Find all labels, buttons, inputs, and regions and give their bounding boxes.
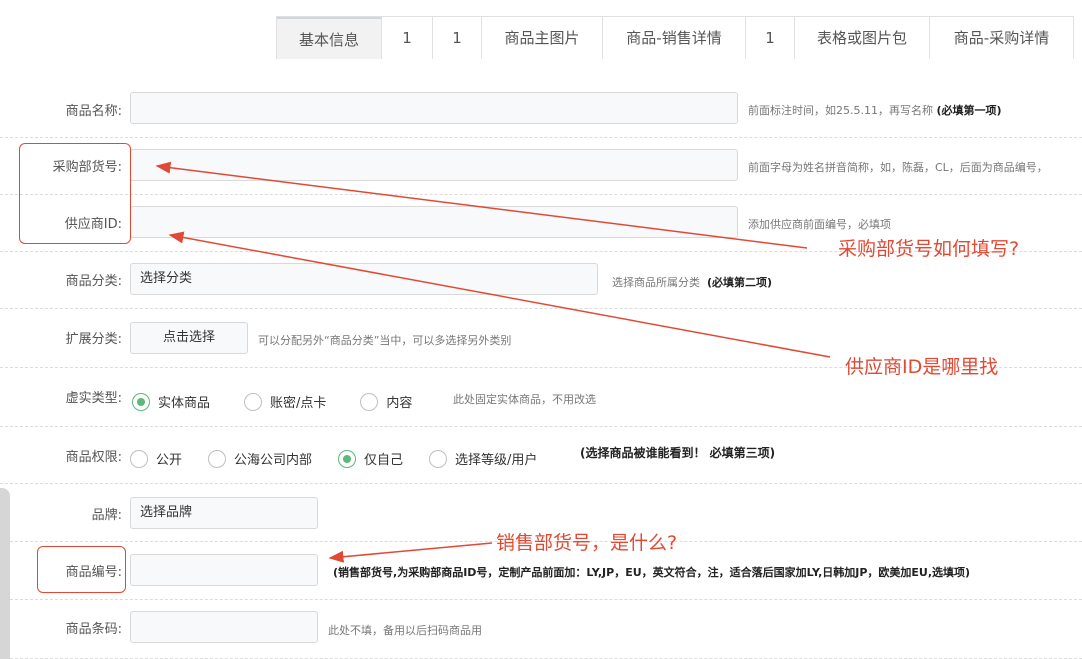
barcode-hint: 此处不填，备用以后扫码商品用 [328,624,482,637]
product-name-input[interactable] [130,92,738,124]
virtual-type-label: 虚实类型: [65,391,122,406]
annotation-supplier-question: 供应商ID是哪里找 [845,356,999,378]
tab-purchase-detail[interactable]: 商品-采购详情 [930,17,1073,59]
category-select[interactable]: 选择分类 [130,263,598,295]
radio-checked-icon [132,392,150,411]
annotation-box-purchase-supplier [19,143,131,244]
category-hint: 选择商品所属分类 (必填第二项) [612,276,773,289]
brand-label: 品牌: [91,508,122,523]
radio-company-internal[interactable]: 公海公司内部 [208,449,312,468]
category-label: 商品分类: [65,274,122,289]
row-barcode: 商品条码: 此处不填，备用以后扫码商品用 [0,600,1082,659]
radio-empty-icon [130,449,148,468]
row-permission: 商品权限: 公开 公海公司内部 仅自己 选择等级/用户 (选择商品被谁能看到！ … [0,427,1082,484]
permission-label: 商品权限: [65,450,122,465]
radio-account-card[interactable]: 账密/点卡 [244,392,326,411]
annotation-box-product-no [37,546,126,593]
ext-category-label: 扩展分类: [65,332,122,347]
row-purchase-no: 采购部货号: 前面字母为姓名拼音简称，如，陈磊，CL，后面为商品编号， [0,138,1082,195]
tab-1c[interactable]: 1 [746,17,795,59]
radio-empty-icon [360,392,379,411]
tab-1a[interactable]: 1 [382,17,433,59]
purchase-no-hint: 前面字母为姓名拼音简称，如，陈磊，CL，后面为商品编号， [748,161,1048,174]
radio-public[interactable]: 公开 [130,449,182,468]
barcode-input[interactable] [130,611,318,643]
tab-table-or-images[interactable]: 表格或图片包 [795,17,930,59]
product-name-hint: 前面标注时间，如25.5.11，再写名称 (必填第一项) [748,104,1002,117]
select-ext-category-button[interactable]: 点击选择 [130,322,248,354]
tab-basic-info[interactable]: 基本信息 [277,17,382,59]
radio-content[interactable]: 内容 [360,392,412,411]
permission-note: (选择商品被谁能看到！ 必填第三项) [580,446,776,460]
tab-bar: 基本信息 1 1 商品主图片 商品-销售详情 1 表格或图片包 商品-采购详情 [276,16,1074,59]
sidebar-edge [0,488,10,659]
supplier-id-input[interactable] [130,206,738,238]
radio-physical[interactable]: 实体商品 [132,392,210,411]
radio-checked-icon [338,449,357,468]
annotation-product-no-question: 销售部货号，是什么? [496,532,678,554]
radio-empty-icon [244,392,263,411]
purchase-no-input[interactable] [130,149,738,181]
product-name-label: 商品名称: [65,104,122,119]
permission-radio-group: 公开 公海公司内部 仅自己 选择等级/用户 [130,449,553,468]
radio-empty-icon [208,449,227,468]
tab-1b[interactable]: 1 [433,17,482,59]
virtual-type-radio-group: 实体商品 账密/点卡 内容 [132,392,428,411]
ext-category-hint: 可以分配另外“商品分类”当中，可以多选择另外类别 [258,334,512,347]
product-no-input[interactable] [130,554,318,586]
supplier-id-hint: 添加供应商前面编号，必填项 [748,218,891,231]
radio-only-me[interactable]: 仅自己 [338,449,403,468]
virtual-type-hint: 此处固定实体商品，不用改选 [453,393,596,406]
barcode-label: 商品条码: [65,622,122,637]
row-product-name: 商品名称: 前面标注时间，如25.5.11，再写名称 (必填第一项) [0,80,1082,138]
radio-select-level-user[interactable]: 选择等级/用户 [429,449,537,468]
tab-sales-detail[interactable]: 商品-销售详情 [603,17,746,59]
radio-empty-icon [429,449,448,468]
brand-select[interactable]: 选择品牌 [130,497,318,529]
product-no-note: (销售部货号,为采购部商品ID号，定制产品前面加：LY,JP，EU，英文符合，注… [333,566,971,579]
tab-main-images[interactable]: 商品主图片 [482,17,603,59]
annotation-purchase-question: 采购部货号如何填写? [838,238,1020,260]
